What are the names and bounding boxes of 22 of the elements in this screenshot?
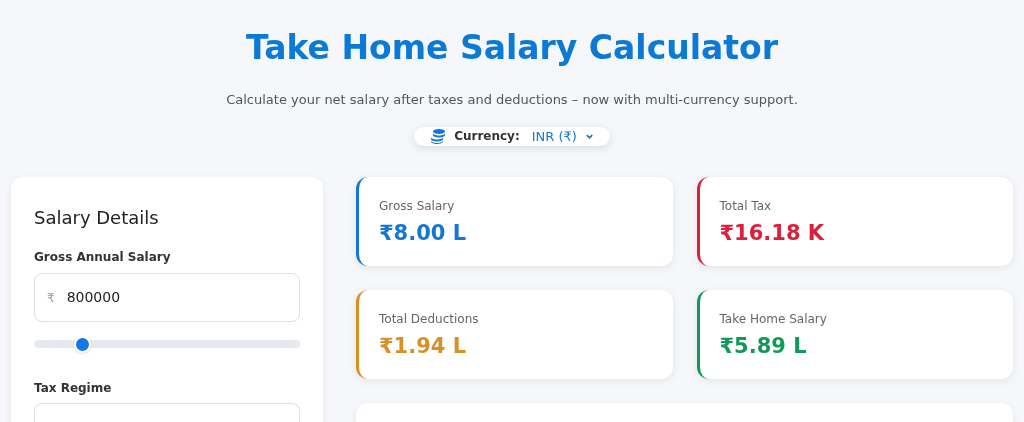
currency-value: INR (₹) bbox=[531, 127, 577, 146]
field-label: Gross Annual Salary bbox=[34, 249, 172, 266]
salary-value: 800000 bbox=[66, 288, 121, 307]
stat-value: ₹5.89 L bbox=[719, 333, 808, 360]
currency-label: Currency: bbox=[454, 128, 520, 146]
page-title: Take Home Salary Calculator bbox=[245, 28, 778, 68]
page-subtitle: Calculate your net salary after taxes and deductions – now with multi-currency support. bbox=[226, 91, 798, 109]
field-label: Tax Regime bbox=[34, 380, 113, 397]
stat-label: Total Deductions bbox=[379, 311, 480, 328]
card-title: Salary Details bbox=[34, 206, 160, 230]
stat-value: ₹1.94 L bbox=[379, 333, 468, 360]
coins-icon bbox=[430, 128, 447, 145]
salary-input[interactable]: ₹ 800000 bbox=[34, 273, 300, 322]
slider-thumb[interactable] bbox=[73, 335, 91, 353]
stat-label: Gross Salary bbox=[379, 198, 456, 215]
stat-value: ₹16.18 K bbox=[719, 220, 826, 247]
stat-label: Take Home Salary bbox=[719, 311, 828, 328]
salary-slider[interactable] bbox=[34, 335, 300, 353]
stat-label: Total Tax bbox=[719, 198, 773, 215]
rupee-prefix: ₹ bbox=[47, 289, 55, 307]
stat-value: ₹8.00 L bbox=[379, 220, 468, 247]
currency-selector[interactable]: Currency: INR (₹) bbox=[414, 126, 610, 146]
